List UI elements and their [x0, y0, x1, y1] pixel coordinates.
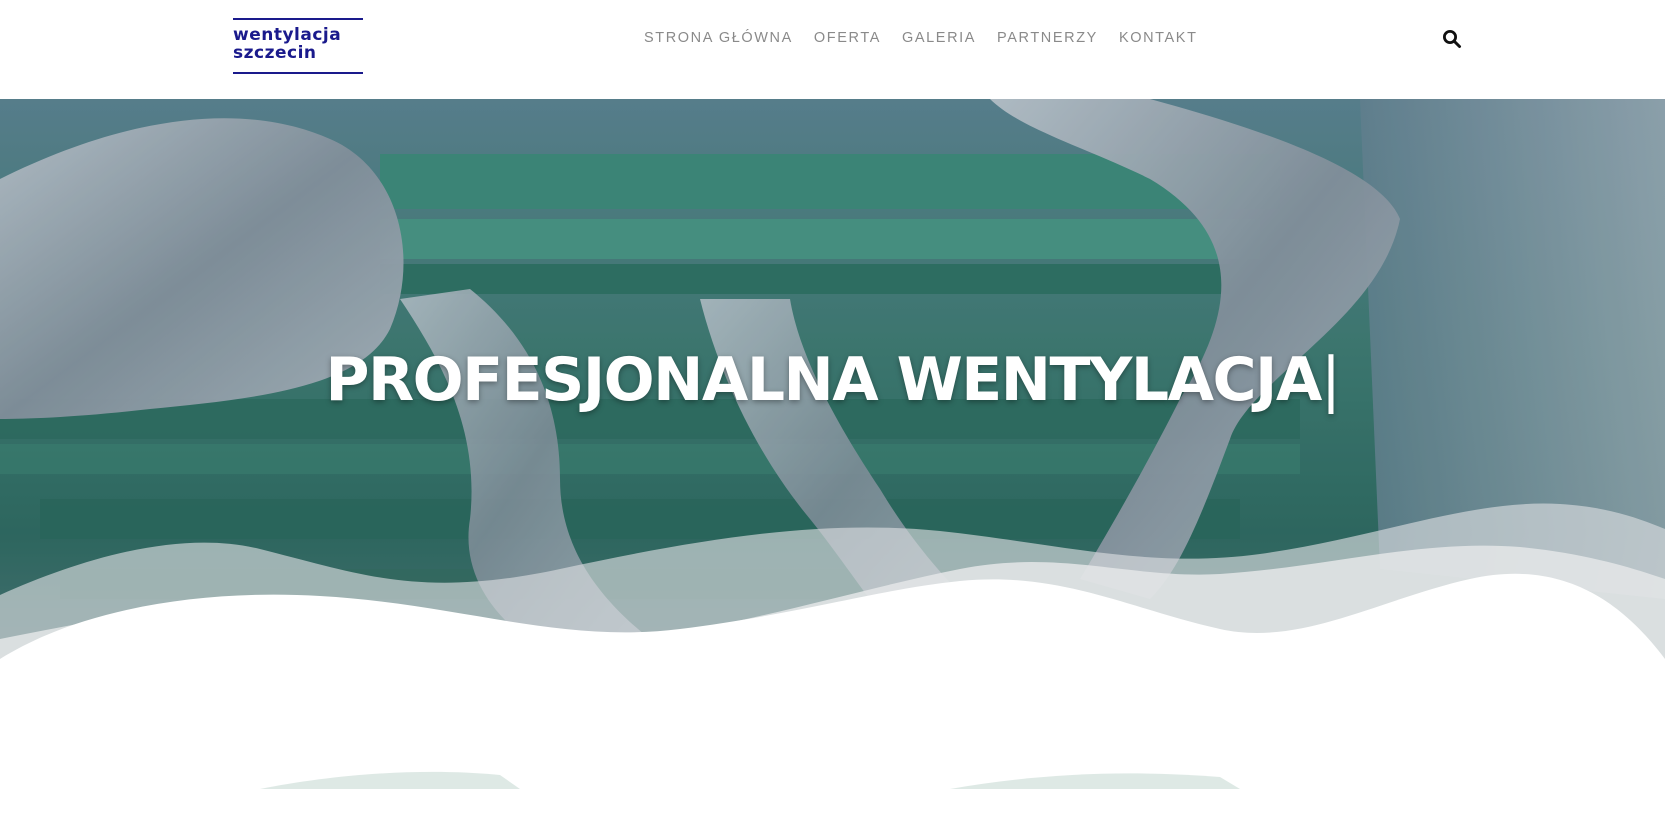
nav-item-kontakt[interactable]: KONTAKT: [1119, 29, 1198, 47]
hero-wave-divider: [0, 503, 1665, 822]
hero-title: PROFESJONALNA WENTYLACJA|: [0, 342, 1665, 418]
hero-title-text: PROFESJONALNA WENTYLACJA: [325, 345, 1322, 415]
logo[interactable]: wentylacja szczecin: [233, 18, 363, 74]
nav-item-oferta[interactable]: OFERTA: [814, 29, 881, 47]
nav-item-galeria[interactable]: GALERIA: [902, 29, 976, 47]
logo-line-1: wentylacja: [233, 25, 342, 45]
nav-item-strona-glowna[interactable]: STRONA GŁÓWNA: [644, 29, 793, 47]
main-nav: STRONA GŁÓWNA OFERTA GALERIA PARTNERZY K…: [644, 29, 1219, 47]
hero-section: PROFESJONALNA WENTYLACJA|: [0, 99, 1665, 822]
logo-line-2: szczecin: [233, 43, 317, 63]
search-icon[interactable]: [1442, 29, 1462, 49]
typing-cursor: |: [1320, 345, 1341, 415]
site-header: wentylacja szczecin STRONA GŁÓWNA OFERTA…: [0, 0, 1665, 99]
nav-item-partnerzy[interactable]: PARTNERZY: [997, 29, 1098, 47]
